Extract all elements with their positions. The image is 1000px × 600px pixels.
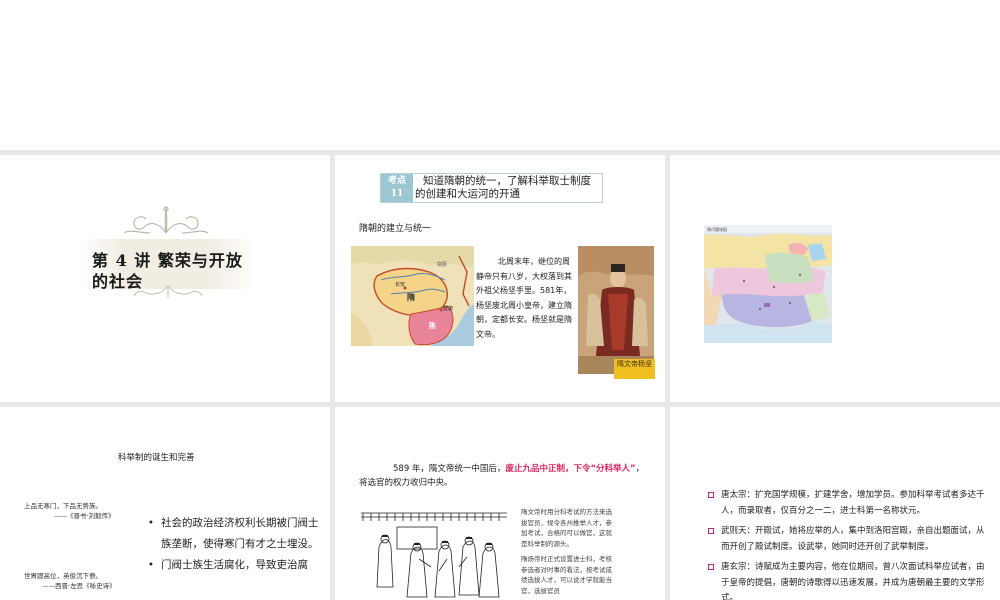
exam-woodcut-illustration bbox=[359, 507, 509, 600]
poem-quote-2: 世胄蹑高位，英俊沉下僚。 ——西晋·左思《咏史诗》 bbox=[24, 571, 116, 591]
square-bullet-icon bbox=[708, 564, 714, 570]
sui-unification-map: 隋 陈 长安 建康 突厥 bbox=[351, 246, 474, 346]
poem-quote-1-text: 上品无寒门，下品无势族。 bbox=[24, 502, 102, 510]
keju-origin-para-2: 隋炀帝时正式设置进士科，考核参选者对时事的看法，按考试成绩选拔人才，可以说才学就… bbox=[521, 555, 612, 595]
bullet-item: 门阀士族生活腐化，导致吏治腐 bbox=[148, 555, 324, 576]
square-bullet-icon bbox=[708, 528, 714, 534]
keju-origin-text: 隋文帝时用分科考试的方法来选拔官员，规令各州推举人才，参加考试，合格的可以做官，… bbox=[521, 507, 617, 596]
poem-quote-1: 上品无寒门，下品无势族。 ——《晋书·刘毅传》 bbox=[24, 501, 115, 521]
list-item: 武则天：开殿试，她将应举的人，集中到洛阳宫殿，亲自出题面试，从而开创了殿试制度。… bbox=[708, 524, 990, 555]
keju-origin-para-1: 隋文帝时用分科考试的方法来选拔官员，规令各州推举人才，参加考试，合格的可以做官，… bbox=[521, 508, 612, 548]
poem-quote-2-text: 世胄蹑高位，英俊沉下僚。 bbox=[24, 572, 102, 580]
lead-text-highlight: 废止九品中正制，下令“分科举人” bbox=[505, 464, 636, 474]
list-item-text: 武则天：开殿试，她将应举的人，集中到洛阳宫殿，亲自出题面试，从而开创了殿试制度。… bbox=[721, 526, 985, 552]
map-label-tuqiu: 突厥 bbox=[437, 261, 447, 268]
map-label-sui: 隋 bbox=[407, 292, 415, 302]
map-label-jiankang: 建康 bbox=[443, 305, 453, 312]
poem-quote-2-source: ——西晋·左思《咏史诗》 bbox=[42, 582, 116, 590]
list-item-text: 唐玄宗：诗赋成为主要内容，他在位期间，曾八次面试科举应试者，由于皇帝的提倡，唐朝… bbox=[721, 562, 985, 600]
background-bullets: 社会的政治经济权利长期被门阀士族垄断，使得寒门有才之士埋没。 门阀士族生活腐化，… bbox=[148, 513, 324, 576]
emperor-portrait: 隋文帝杨坚 bbox=[578, 246, 655, 379]
sui-territory-map: 隋代疆域图 bbox=[704, 225, 832, 343]
ornament-bottom-icon bbox=[133, 285, 203, 298]
kaodian-tag-number: 11 bbox=[390, 189, 404, 199]
slide-thumbnail-3[interactable]: 隋代疆域图 bbox=[670, 155, 1000, 402]
slide-thumbnail-6[interactable]: 唐太宗：扩充国学规模，扩建学舍，增加学员。参加科举考试者多达千人，而录取者，仅百… bbox=[670, 407, 1000, 600]
list-item: 唐玄宗：诗赋成为主要内容，他在位期间，曾八次面试科举应试者，由于皇帝的提倡，唐朝… bbox=[708, 560, 990, 600]
map-label-changan: 长安 bbox=[395, 281, 405, 288]
portrait-caption: 隋文帝杨坚 bbox=[614, 359, 655, 379]
sui-founding-text: 北周末年，继位的周静帝只有八岁，大权落到其外祖父杨坚手里。581年，杨坚废北周小… bbox=[476, 257, 572, 339]
ornament-top-icon bbox=[123, 206, 209, 234]
slide-sorter-view: 第 4 讲 繁荣与开放 的社会 考点 11 知道隋朝的统一，了解科举取士制度的创… bbox=[0, 0, 1000, 600]
lesson-title-line1: 第 4 讲 繁荣与开放 bbox=[92, 251, 243, 270]
slide-thumbnail-5[interactable]: 589 年，隋文帝统一中国后，废止九品中正制，下令“分科举人”，将选官的权力收归… bbox=[335, 407, 665, 600]
map-title: 隋代疆域图 bbox=[707, 226, 727, 232]
list-item-text: 唐太宗：扩充国学规模，扩建学舍，增加学员。参加科举考试者多达千人，而录取者，仅百… bbox=[721, 490, 985, 516]
keju-section-title: 科举制的诞生和完善 bbox=[118, 453, 195, 463]
reform-lead-text: 589 年，隋文帝统一中国后，废止九品中正制，下令“分科举人”，将选官的权力收归… bbox=[359, 462, 649, 490]
emperor-figure-icon bbox=[578, 246, 654, 374]
kaodian-box: 考点 11 知道隋朝的统一，了解科举取士制度的创建和大运河的开通 bbox=[380, 173, 603, 203]
bullet-item: 社会的政治经济权利长期被门阀士族垄断，使得寒门有才之士埋没。 bbox=[148, 513, 324, 555]
slide-thumbnail-1[interactable]: 第 4 讲 繁荣与开放 的社会 bbox=[0, 155, 330, 402]
slide-thumbnail-2[interactable]: 考点 11 知道隋朝的统一，了解科举取士制度的创建和大运河的开通 隋朝的建立与统… bbox=[335, 155, 665, 402]
kaodian-tag-label: 考点 bbox=[387, 176, 406, 186]
poem-quote-1-source: ——《晋书·刘毅传》 bbox=[54, 512, 115, 520]
square-bullet-icon bbox=[708, 492, 714, 498]
section-subtitle: 隋朝的建立与统一 bbox=[359, 224, 432, 234]
slide-thumbnail-4[interactable]: 科举制的诞生和完善 上品无寒门，下品无势族。 ——《晋书·刘毅传》 世胄蹑高位，… bbox=[0, 407, 330, 600]
kaodian-tag: 考点 11 bbox=[381, 174, 413, 202]
tang-emperors-list: 唐太宗：扩充国学规模，扩建学舍，增加学员。参加科举考试者多达千人，而录取者，仅百… bbox=[708, 488, 990, 600]
map-label-chen: 陈 bbox=[429, 321, 436, 330]
list-item: 唐太宗：扩充国学规模，扩建学舍，增加学员。参加科举考试者多达千人，而录取者，仅百… bbox=[708, 488, 990, 519]
kaodian-text: 知道隋朝的统一，了解科举取士制度的创建和大运河的开通 bbox=[415, 175, 591, 200]
lead-text-before: 589 年，隋文帝统一中国后， bbox=[393, 464, 506, 474]
